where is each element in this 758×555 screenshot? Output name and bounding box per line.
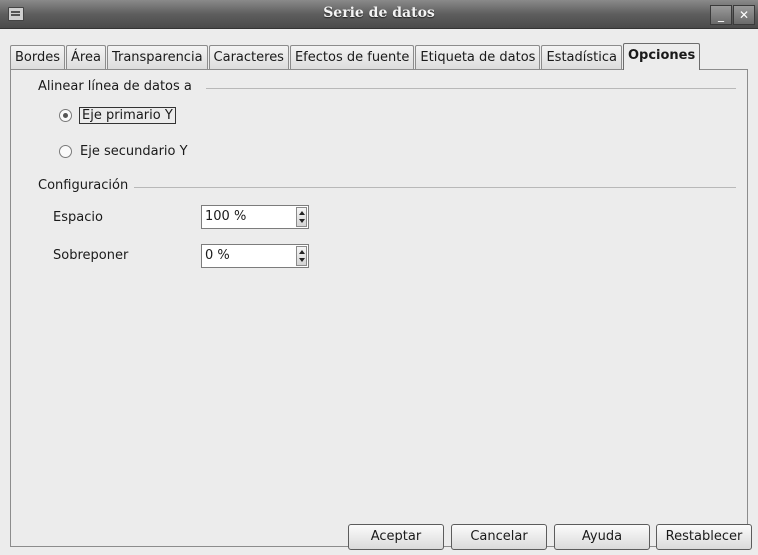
tab-transparencia[interactable]: Transparencia — [106, 45, 208, 70]
radio-checked-icon[interactable] — [59, 109, 72, 122]
spin-up-icon[interactable] — [299, 250, 305, 254]
espacio-value[interactable]: 100 % — [205, 209, 246, 224]
tab-bordes[interactable]: Bordes — [10, 45, 66, 70]
reset-button[interactable]: Restablecer — [656, 524, 752, 550]
accept-button[interactable]: Aceptar — [348, 524, 444, 550]
window-title: Serie de datos — [323, 5, 435, 21]
tab-etiqueta-de-datos[interactable]: Etiqueta de datos — [415, 45, 541, 70]
close-icon: ✕ — [738, 8, 750, 22]
radio-secondary-y[interactable]: Eje secundario Y — [59, 144, 188, 159]
section-divider — [131, 187, 736, 188]
tab-efectos-de-fuente[interactable]: Efectos de fuente — [289, 45, 415, 70]
align-section-label: Alinear línea de datos a — [38, 79, 198, 94]
radio-secondary-y-label: Eje secundario Y — [80, 144, 188, 159]
title-bar: Serie de datos _ ✕ — [0, 0, 758, 29]
tab-area[interactable]: Área — [66, 45, 106, 70]
spin-down-icon[interactable] — [299, 258, 305, 262]
section-divider — [206, 88, 736, 89]
espacio-label: Espacio — [53, 210, 103, 225]
spin-up-icon[interactable] — [299, 211, 305, 215]
config-section-label: Configuración — [38, 178, 135, 193]
radio-primary-y-label: Eje primario Y — [79, 107, 176, 124]
options-panel: Alinear línea de datos a Eje primario Y … — [10, 69, 748, 547]
sobreponer-label: Sobreponer — [53, 248, 129, 263]
close-button[interactable]: ✕ — [733, 5, 755, 25]
tab-bar: Bordes Área Transparencia Caracteres Efe… — [10, 43, 701, 70]
spin-down-icon[interactable] — [299, 219, 305, 223]
radio-unchecked-icon[interactable] — [59, 145, 72, 158]
sobreponer-value[interactable]: 0 % — [205, 248, 230, 263]
minimize-icon: _ — [718, 8, 724, 22]
cancel-button[interactable]: Cancelar — [451, 524, 547, 550]
espacio-spinbox[interactable]: 100 % — [201, 205, 309, 229]
minimize-button[interactable]: _ — [710, 5, 732, 25]
help-button[interactable]: Ayuda — [554, 524, 650, 550]
spin-buttons[interactable] — [296, 207, 307, 227]
radio-primary-y[interactable]: Eje primario Y — [59, 107, 176, 124]
spin-buttons[interactable] — [296, 246, 307, 266]
tab-opciones[interactable]: Opciones — [622, 43, 701, 70]
tab-estadistica[interactable]: Estadística — [541, 45, 622, 70]
tab-caracteres[interactable]: Caracteres — [208, 45, 289, 70]
sobreponer-spinbox[interactable]: 0 % — [201, 244, 309, 268]
